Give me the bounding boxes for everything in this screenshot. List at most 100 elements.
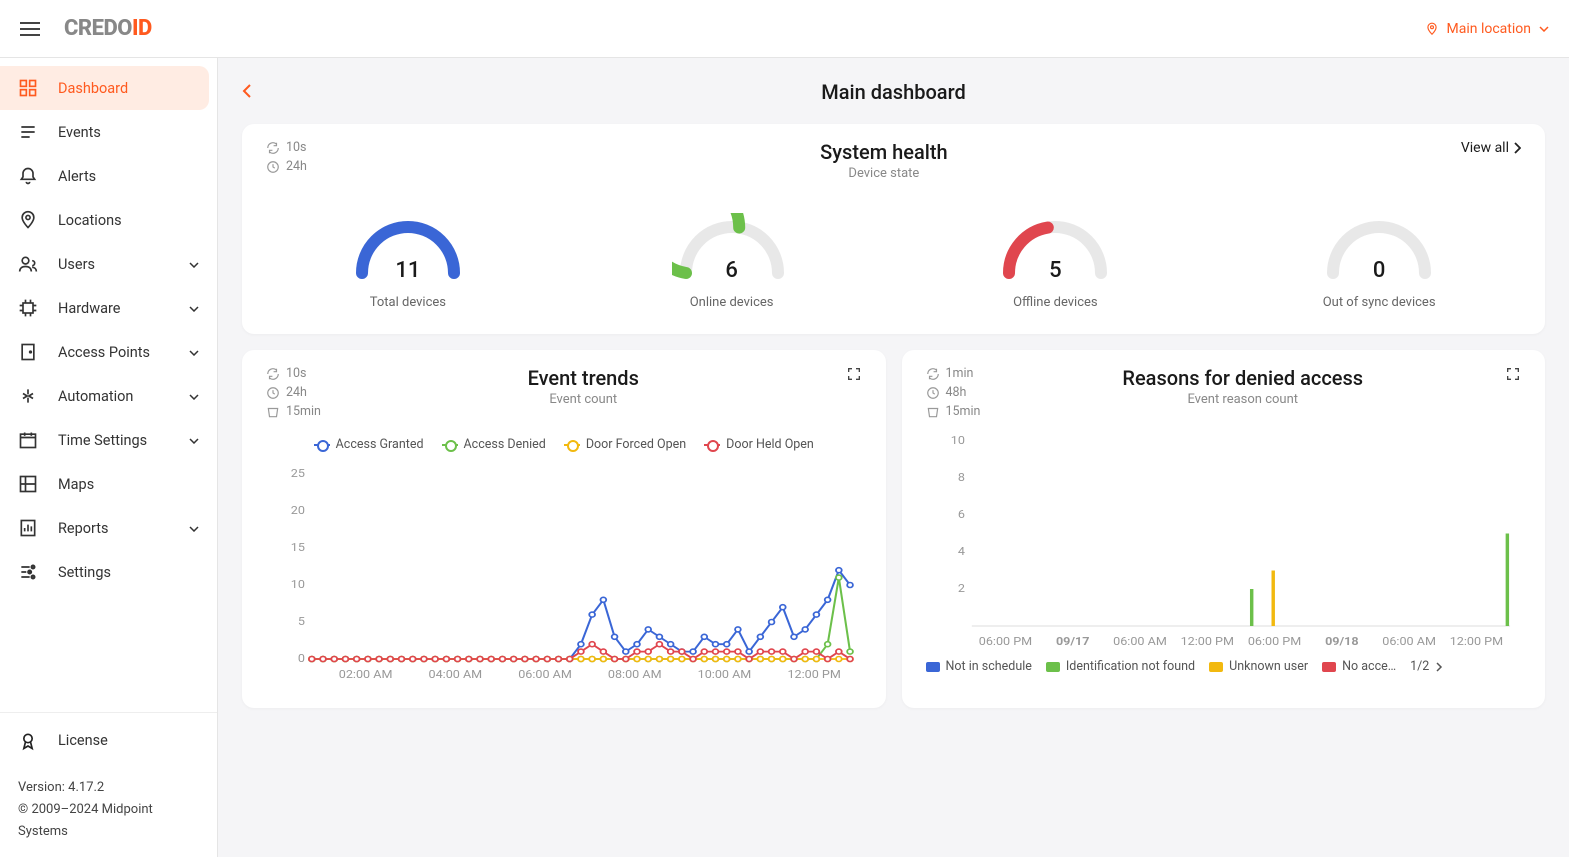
sidebar-item-reports[interactable]: Reports (0, 506, 217, 550)
view-all-link[interactable]: View all (1461, 140, 1521, 156)
gauge: 6 Online devices (672, 213, 792, 310)
gauge: 11Total devices (348, 213, 468, 310)
locations-icon (18, 210, 38, 230)
svg-text:06:00 AM: 06:00 AM (1382, 635, 1436, 648)
card-meta: 10s 24h (266, 140, 307, 174)
users-icon (18, 254, 38, 274)
sidebar-item-time-settings[interactable]: Time Settings (0, 418, 217, 462)
gauge-value: 5 (995, 258, 1115, 283)
nav: Dashboard Events Alerts Locations Users Hardw… (0, 58, 217, 706)
sidebar-item-label: Alerts (58, 168, 96, 185)
sidebar-item-label: Reports (58, 520, 109, 537)
page-title: Main dashboard (821, 80, 965, 104)
sidebar-item-settings[interactable]: Settings (0, 550, 217, 594)
back-button[interactable] (242, 82, 252, 103)
bucket-icon (266, 405, 280, 419)
sidebar-item-license[interactable]: License (0, 719, 217, 763)
svg-text:0: 0 (298, 652, 305, 665)
automation-icon (18, 386, 38, 406)
gauge: 5Offline devices (995, 213, 1115, 310)
sidebar-item-label: Access Points (58, 344, 150, 361)
menu-toggle[interactable] (20, 18, 40, 40)
clock-icon (266, 386, 280, 400)
legend-item[interactable]: Identification not found (1046, 659, 1195, 674)
svg-text:10: 10 (291, 578, 305, 591)
svg-text:6: 6 (957, 508, 964, 521)
location-pin-icon (1425, 22, 1439, 36)
sidebar-item-maps[interactable]: Maps (0, 462, 217, 506)
sidebar-item-automation[interactable]: Automation (0, 374, 217, 418)
location-name: Main location (1447, 21, 1531, 37)
svg-text:06:00 AM: 06:00 AM (518, 668, 572, 681)
chart-legend-footer: Not in schedule Identification not found U… (926, 659, 1522, 674)
location-selector[interactable]: Main location (1425, 21, 1549, 37)
svg-text:25: 25 (291, 467, 306, 480)
legend-item[interactable]: Access Denied (442, 437, 546, 452)
svg-text:06:00 PM: 06:00 PM (978, 635, 1031, 648)
sidebar-item-label: Time Settings (58, 432, 147, 449)
chevron-down-icon (189, 389, 199, 403)
sidebar-item-label: Users (58, 256, 95, 273)
gauge-value: 6 (672, 258, 792, 283)
svg-text:09/17: 09/17 (1055, 635, 1089, 648)
legend-pager[interactable]: 1/2 (1410, 659, 1443, 674)
legend-item[interactable]: Door Held Open (704, 437, 814, 452)
expand-button[interactable] (846, 366, 862, 386)
sidebar-item-events[interactable]: Events (0, 110, 217, 154)
sidebar-item-label: Locations (58, 212, 122, 229)
gauge-label: Online devices (672, 295, 792, 310)
gauge: 0Out of sync devices (1319, 213, 1439, 310)
svg-text:20: 20 (291, 504, 305, 517)
card-title: Reasons for denied access (980, 366, 1505, 390)
chevron-down-icon (189, 345, 199, 359)
app-header: CREDOID Main location (0, 0, 1569, 58)
sidebar-item-label: Hardware (58, 300, 120, 317)
chevron-down-icon (189, 433, 199, 447)
svg-text:12:00 PM: 12:00 PM (1180, 635, 1233, 648)
legend-item[interactable]: Door Forced Open (564, 437, 686, 452)
access-points-icon (18, 342, 38, 362)
time-settings-icon (18, 430, 38, 450)
gauge-value: 0 (1319, 258, 1439, 283)
chevron-down-icon (1539, 26, 1549, 32)
svg-text:4: 4 (957, 545, 964, 558)
chart-legend: Access Granted Access Denied Door Forced O… (266, 437, 862, 452)
legend-item[interactable]: Not in schedule (926, 659, 1032, 674)
maps-icon (18, 474, 38, 494)
svg-text:09/18: 09/18 (1325, 635, 1359, 648)
legend-item[interactable]: No acce… (1322, 659, 1396, 674)
svg-text:12:00 PM: 12:00 PM (787, 668, 840, 681)
card-meta: 10s 24h 15min (266, 366, 321, 419)
expand-button[interactable] (1505, 366, 1521, 386)
chevron-down-icon (189, 521, 199, 535)
sidebar-item-locations[interactable]: Locations (0, 198, 217, 242)
main-content: Main dashboard 10s 24h System health Dev… (218, 58, 1569, 857)
sidebar-item-users[interactable]: Users (0, 242, 217, 286)
refresh-icon (266, 367, 280, 381)
sidebar-item-dashboard[interactable]: Dashboard (0, 66, 209, 110)
events-icon (18, 122, 38, 142)
denied-reasons-chart: 24681006:00 PM09/1706:00 AM12:00 PM06:00… (926, 431, 1522, 651)
svg-text:02:00 AM: 02:00 AM (339, 668, 393, 681)
sidebar-item-hardware[interactable]: Hardware (0, 286, 217, 330)
denied-reasons-card: 1min 48h 15min Reasons for denied access… (902, 350, 1546, 708)
sidebar-item-label: Settings (58, 564, 111, 581)
legend-item[interactable]: Access Granted (314, 437, 424, 452)
card-meta: 1min 48h 15min (926, 366, 981, 419)
sidebar-item-label: License (58, 732, 108, 749)
chevron-down-icon (189, 301, 199, 315)
sidebar-item-access-points[interactable]: Access Points (0, 330, 217, 374)
sidebar-item-alerts[interactable]: Alerts (0, 154, 217, 198)
dashboard-icon (18, 78, 38, 98)
sidebar-item-label: Events (58, 124, 101, 141)
svg-text:06:00 AM: 06:00 AM (1113, 635, 1167, 648)
svg-text:06:00 PM: 06:00 PM (1247, 635, 1300, 648)
legend-item[interactable]: Unknown user (1209, 659, 1308, 674)
license-icon (18, 731, 38, 751)
refresh-icon (266, 141, 280, 155)
clock-icon (266, 160, 280, 174)
svg-text:10: 10 (950, 434, 964, 447)
sidebar: Dashboard Events Alerts Locations Users Hardw… (0, 58, 218, 857)
gauge-value: 11 (348, 258, 468, 283)
svg-text:2: 2 (957, 582, 964, 595)
